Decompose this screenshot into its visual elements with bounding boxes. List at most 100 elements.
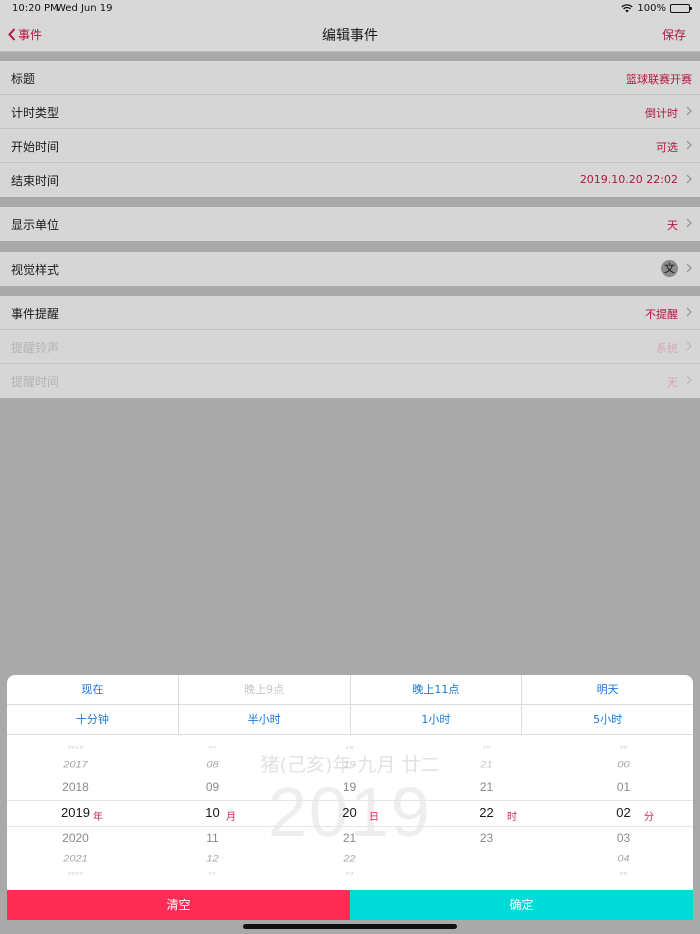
status-bar: 10:20 PM Wed Jun 19 100% [0, 0, 700, 18]
timer-type-row[interactable]: 计时类型 倒计时 [0, 95, 700, 129]
quick-pick-grid: 现在 晚上9点 晚上11点 明天 十分钟 半小时 1小时 5小时 [7, 675, 693, 735]
chevron-right-icon [686, 307, 692, 317]
wheel-item: 07 [208, 745, 217, 750]
row-label: 提醒铃声 [11, 341, 60, 355]
wheel-item: 22 [343, 853, 356, 865]
chevron-right-icon [686, 106, 692, 116]
month-wheel[interactable]: 07 08 09 10 月 11 12 01 [144, 736, 281, 890]
wheel-item: 21 [480, 759, 493, 771]
wheel-item: 00 [617, 759, 630, 771]
wheel-item: 21 [342, 831, 357, 845]
row-label: 提醒时间 [11, 375, 60, 389]
wheel-item: 03 [616, 831, 631, 845]
wheel-item: 2018 [62, 780, 89, 794]
row-value: 可选 [656, 141, 678, 154]
year-wheel[interactable]: 2016 2017 2018 2019 年 2020 2021 2022 [7, 736, 144, 890]
display-unit-group: 显示单位 天 [0, 207, 700, 241]
style-preview-icon: 文 [661, 260, 678, 277]
row-value: 无 [667, 376, 678, 389]
quick-30min-button[interactable]: 半小时 [179, 705, 351, 734]
battery-percent: 100% [637, 3, 666, 14]
reminder-sound-row[interactable]: 提醒铃声 系统 [0, 330, 700, 364]
wheel-item: 20 [482, 745, 491, 750]
wheel-item: 23 [345, 871, 354, 876]
row-label: 开始时间 [11, 140, 60, 154]
display-unit-row[interactable]: 显示单位 天 [0, 207, 700, 241]
picker-action-bar: 清空 确定 [7, 890, 693, 920]
row-label: 标题 [11, 72, 36, 86]
day-unit: 日 [369, 812, 379, 823]
wheel-item: 01 [616, 780, 631, 794]
quick-9pm-button[interactable]: 晚上9点 [179, 675, 351, 704]
wheel-item: 59 [619, 745, 628, 750]
row-value: 篮球联赛开赛 [626, 73, 692, 86]
basic-info-group: 标题 篮球联赛开赛 计时类型 倒计时 开始时间 可选 结束时间 2019.10.… [0, 61, 700, 197]
quick-11pm-button[interactable]: 晚上11点 [351, 675, 523, 704]
row-value: 倒计时 [645, 107, 678, 120]
wheel-item: 12 [206, 853, 219, 865]
wheel-item: 19 [343, 759, 356, 771]
row-label: 计时类型 [11, 106, 60, 120]
reminder-row[interactable]: 事件提醒 不提醒 [0, 296, 700, 330]
visual-style-group: 视觉样式 文 [0, 252, 700, 286]
quick-tomorrow-button[interactable]: 明天 [522, 675, 693, 704]
wheel-item: 18 [345, 745, 354, 750]
wheel-item: 2022 [67, 871, 84, 876]
date-picker-sheet: 现在 晚上9点 晚上11点 明天 十分钟 半小时 1小时 5小时 2019 猪(… [7, 675, 693, 920]
wheel-item-selected: 20 [342, 805, 357, 820]
minute-unit: 分 [644, 812, 654, 823]
page-title: 编辑事件 [322, 28, 378, 44]
confirm-button[interactable]: 确定 [350, 890, 693, 920]
quick-now-button[interactable]: 现在 [7, 675, 179, 704]
row-label: 视觉样式 [11, 263, 60, 277]
chevron-right-icon [686, 375, 692, 385]
save-button[interactable]: 保存 [662, 26, 686, 43]
wheel-item: 01 [208, 871, 217, 876]
start-time-row[interactable]: 开始时间 可选 [0, 129, 700, 163]
home-indicator[interactable] [243, 924, 457, 929]
chevron-right-icon [686, 140, 692, 150]
reminder-time-row[interactable]: 提醒时间 无 [0, 364, 700, 398]
row-value: 不提醒 [645, 308, 678, 321]
wheel-item: 04 [617, 853, 630, 865]
row-label: 显示单位 [11, 218, 60, 232]
row-value: 系统 [656, 342, 678, 355]
quick-pick-row: 十分钟 半小时 1小时 5小时 [7, 705, 693, 735]
chevron-right-icon [686, 174, 692, 184]
wheel-item: 19 [342, 780, 357, 794]
wheel-item-selected: 02 [616, 805, 631, 820]
wheel-item-selected: 22 [479, 805, 494, 820]
chevron-right-icon [686, 218, 692, 228]
visual-style-row[interactable]: 视觉样式 文 [0, 252, 700, 286]
chevron-right-icon [686, 341, 692, 351]
wifi-icon [621, 4, 634, 13]
row-label: 结束时间 [11, 174, 60, 188]
day-wheel[interactable]: 18 19 19 20 日 21 22 23 [281, 736, 418, 890]
wheel-item-selected: 2019 [61, 805, 90, 820]
wheel-item: 2020 [62, 831, 89, 845]
status-time: 10:20 PM [12, 3, 59, 14]
hour-wheel[interactable]: 20 21 21 22 时 23 [418, 736, 555, 890]
quick-5hour-button[interactable]: 5小时 [522, 705, 693, 734]
chevron-right-icon [686, 263, 692, 273]
wheel-item: 08 [206, 759, 219, 771]
wheel-item: 21 [479, 780, 494, 794]
quick-1hour-button[interactable]: 1小时 [351, 705, 523, 734]
wheel-item: 23 [479, 831, 494, 845]
minute-wheel[interactable]: 59 00 01 02 分 03 04 05 [555, 736, 692, 890]
quick-10min-button[interactable]: 十分钟 [7, 705, 179, 734]
clear-button[interactable]: 清空 [7, 890, 350, 920]
wheel-item: 2016 [67, 745, 84, 750]
status-date: Wed Jun 19 [56, 3, 113, 14]
wheel-item: 2017 [63, 759, 88, 771]
end-time-row[interactable]: 结束时间 2019.10.20 22:02 [0, 163, 700, 197]
wheel-item-selected: 10 [205, 805, 220, 820]
row-value: 2019.10.20 22:02 [579, 173, 678, 186]
navigation-bar: 事件 编辑事件 保存 [0, 18, 700, 52]
reminder-group: 事件提醒 不提醒 提醒铃声 系统 提醒时间 无 [0, 296, 700, 398]
title-row[interactable]: 标题 篮球联赛开赛 [0, 61, 700, 95]
row-value: 天 [667, 219, 678, 232]
date-time-wheel-picker: 2019 猪(己亥)年 九月 廿二 2016 2017 2018 2019 年 … [7, 736, 693, 890]
wheel-item: 2021 [63, 853, 88, 865]
quick-pick-row: 现在 晚上9点 晚上11点 明天 [7, 675, 693, 705]
